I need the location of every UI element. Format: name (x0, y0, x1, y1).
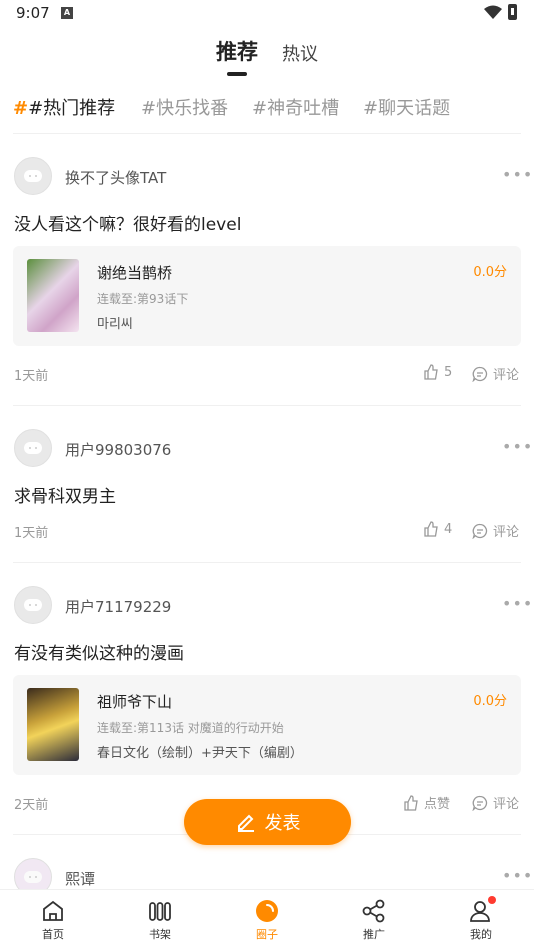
topic-chat[interactable]: #聊天话题 (363, 94, 450, 120)
tab-recommend[interactable]: 推荐 (216, 36, 258, 66)
avatar[interactable] (14, 429, 52, 467)
username[interactable]: 熙谭 (65, 868, 95, 889)
username[interactable]: 用户99803076 (65, 439, 171, 460)
nav-label: 推广 (363, 928, 385, 941)
topic-funny-roast[interactable]: #神奇吐槽 (252, 94, 339, 120)
tab-hot-discussion[interactable]: 热议 (282, 40, 318, 66)
more-icon[interactable]: ••• (502, 437, 533, 456)
avatar[interactable] (14, 586, 52, 624)
topic-label: #热门推荐 (28, 98, 116, 119)
circle-icon (256, 900, 278, 922)
comic-progress: 连载至:第113话 对魔道的行动开始 (97, 721, 284, 735)
publish-button[interactable]: 发表 (184, 799, 351, 845)
like-button[interactable]: 5 (423, 364, 452, 380)
comic-card[interactable]: 谢绝当鹊桥 连载至:第93话下 마리씨 0.0分 (13, 246, 521, 346)
home-icon (43, 900, 63, 921)
post-text: 求骨科双男主 (14, 487, 116, 507)
comment-label: 评论 (493, 797, 520, 812)
more-icon[interactable]: ••• (502, 866, 533, 885)
top-tabs: 推荐 热议 (0, 36, 534, 80)
thumbs-up-icon (424, 364, 438, 380)
comment-label: 评论 (493, 368, 520, 383)
comment-label: 评论 (493, 525, 520, 540)
username[interactable]: 用户71179229 (65, 596, 171, 617)
post-time: 1天前 (14, 369, 49, 384)
notification-badge (488, 896, 496, 904)
more-icon[interactable]: ••• (502, 594, 533, 613)
hash-icon: # (13, 98, 29, 119)
topic-row: ##热门推荐 #快乐找番 #神奇吐槽 #聊天话题 (0, 94, 534, 122)
comment-icon (472, 523, 488, 539)
topic-hot-recommend[interactable]: ##热门推荐 (13, 94, 115, 120)
comment-icon (472, 795, 488, 811)
comic-cover (27, 259, 79, 332)
nav-home[interactable]: 首页 (23, 898, 83, 942)
like-count: 4 (444, 521, 453, 537)
wifi-icon (484, 5, 502, 19)
comment-button[interactable]: 评论 (472, 521, 519, 540)
nav-circle[interactable]: 圈子 (237, 898, 297, 942)
nav-label: 首页 (42, 928, 64, 941)
share-icon (362, 899, 385, 923)
divider (13, 405, 521, 406)
like-label: 点赞 (424, 797, 451, 812)
like-button[interactable]: 4 (423, 521, 452, 537)
nav-me[interactable]: 我的 (451, 896, 511, 942)
nav-label: 我的 (470, 928, 492, 941)
nav-bookshelf[interactable]: 书架 (130, 898, 190, 942)
divider (13, 562, 521, 563)
avatar[interactable] (14, 157, 52, 195)
comment-icon (472, 366, 488, 382)
nav-label: 圈子 (256, 928, 278, 941)
topic-happy-find[interactable]: #快乐找番 (141, 94, 228, 120)
status-bar: 9:07 A (0, 0, 534, 28)
thumbs-up-icon (404, 794, 418, 811)
post-text: 没人看这个嘛？很好看的level (14, 215, 242, 235)
nav-label: 书架 (149, 928, 171, 941)
battery-icon (508, 4, 517, 20)
comic-cover (27, 688, 79, 761)
like-button[interactable]: 点赞 (403, 793, 450, 812)
comic-score: 0.0分 (473, 694, 507, 709)
comic-card[interactable]: 祖师爷下山 连载至:第113话 对魔道的行动开始 春日文化（绘制）+尹天下（编剧… (13, 675, 521, 775)
bookshelf-icon (149, 902, 171, 921)
nav-promote[interactable]: 推广 (344, 898, 404, 942)
comic-author: 마리씨 (97, 317, 133, 332)
post-time: 1天前 (14, 526, 49, 541)
comment-button[interactable]: 评论 (472, 364, 519, 383)
status-time: 9:07 (16, 4, 50, 22)
thumbs-up-icon (424, 521, 438, 537)
publish-label: 发表 (264, 813, 301, 834)
bottom-nav: 首页 书架 圈子 推广 我的 (0, 889, 534, 950)
edit-icon (237, 814, 254, 832)
tab-active-indicator (227, 72, 247, 76)
comic-score: 0.0分 (473, 265, 507, 280)
more-icon[interactable]: ••• (502, 165, 533, 184)
like-count: 5 (444, 364, 453, 380)
username[interactable]: 换不了头像TAT (65, 167, 166, 188)
notification-a-icon: A (61, 7, 73, 19)
comic-title: 谢绝当鹊桥 (97, 264, 173, 282)
comic-title: 祖师爷下山 (97, 693, 173, 711)
comic-progress: 连载至:第93话下 (97, 292, 189, 306)
post-text: 有没有类似这种的漫画 (14, 644, 184, 664)
post-time: 2天前 (14, 798, 49, 813)
divider (13, 133, 521, 134)
comment-button[interactable]: 评论 (472, 793, 519, 812)
comic-author: 春日文化（绘制）+尹天下（编剧） (97, 746, 303, 761)
